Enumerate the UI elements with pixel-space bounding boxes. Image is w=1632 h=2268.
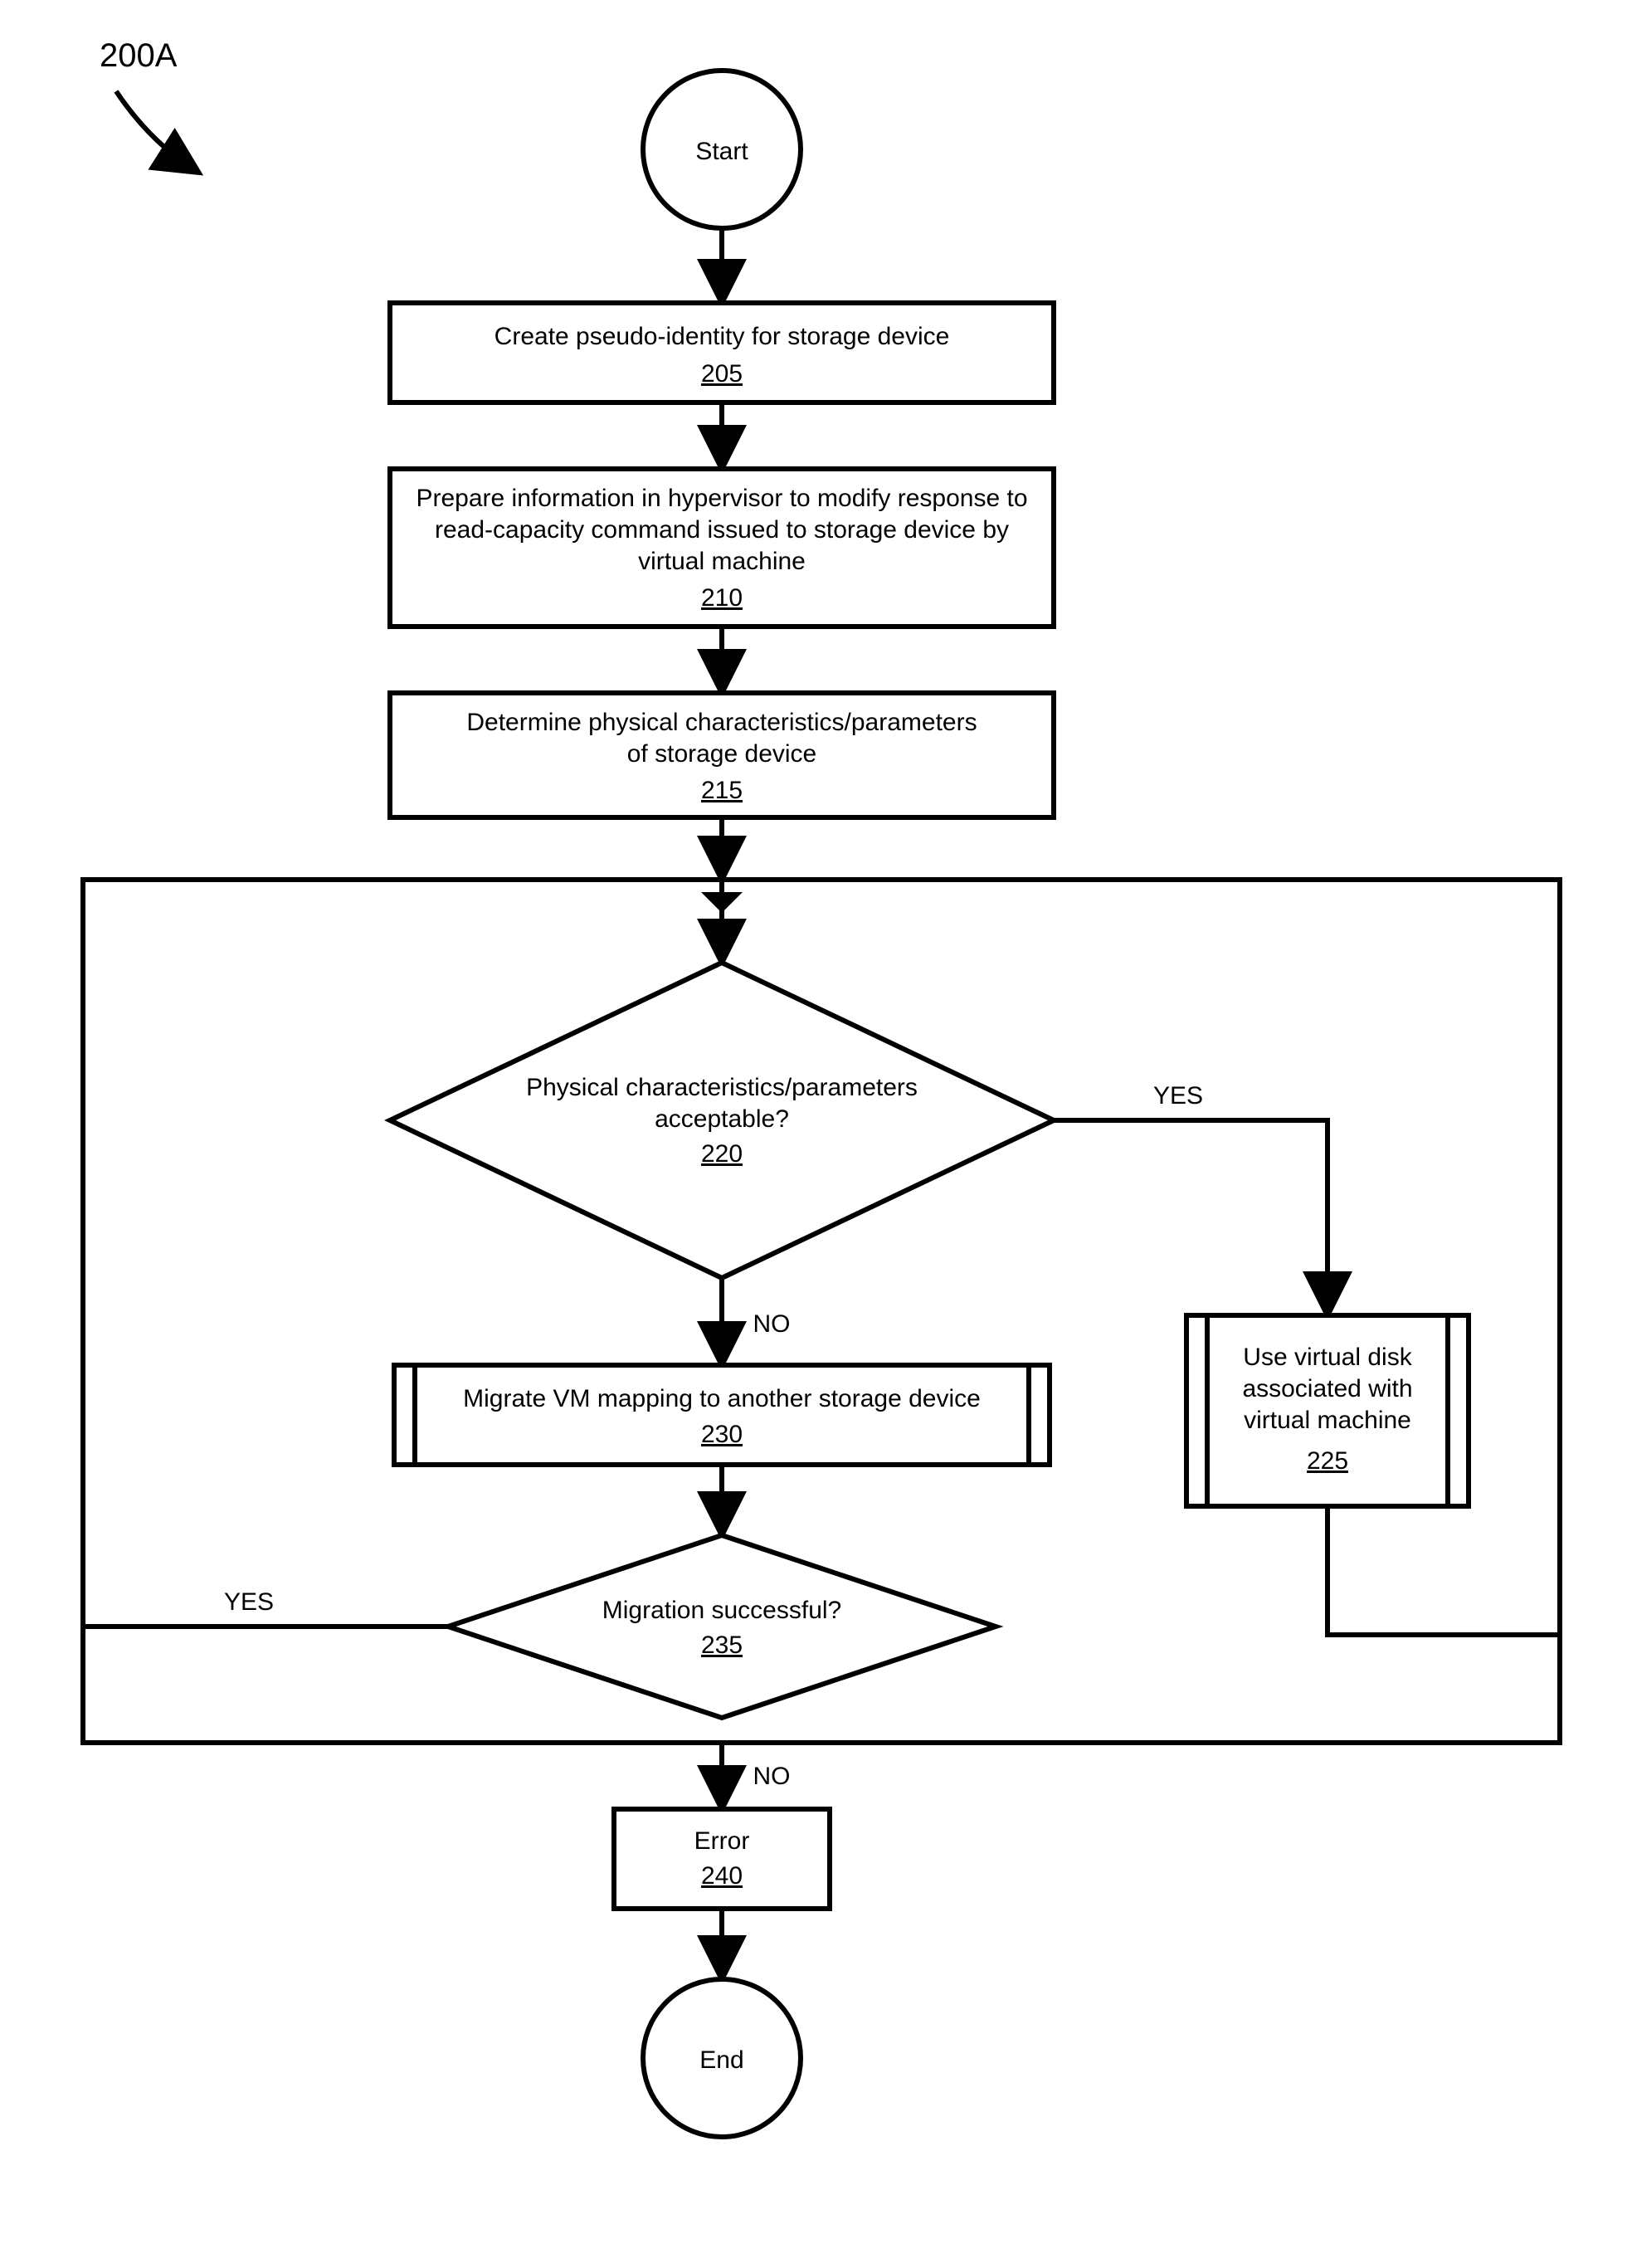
branch-235-yes: YES (83, 1588, 448, 1627)
figure-pointer-arrow (116, 91, 195, 170)
start-node: Start (643, 71, 801, 228)
step-215: Determine physical characteristics/param… (390, 693, 1054, 817)
step-210-l1: Prepare information in hypervisor to mod… (416, 485, 1027, 512)
figure-label: 200A (100, 37, 178, 74)
branch-220-yes: YES (1054, 1082, 1328, 1311)
label-235-yes: YES (224, 1588, 274, 1616)
label-220-no: NO (753, 1310, 791, 1338)
start-label: Start (695, 138, 748, 165)
arrow-225-exit (1328, 1506, 1560, 1635)
step-215-ref: 215 (701, 777, 743, 804)
step-225-l3: virtual machine (1244, 1407, 1411, 1434)
step-215-l2: of storage device (627, 740, 816, 768)
step-205-text: Create pseudo-identity for storage devic… (494, 323, 950, 350)
branch-235-no: NO (722, 1743, 791, 1805)
label-235-no: NO (753, 1763, 791, 1790)
decision-220-ref: 220 (701, 1140, 743, 1168)
step-225-l1: Use virtual disk (1243, 1344, 1412, 1371)
end-label: End (699, 2046, 743, 2074)
end-node: End (643, 1979, 801, 2137)
step-225: Use virtual disk associated with virtual… (1186, 1315, 1469, 1506)
step-210-l2: read-capacity command issued to storage … (435, 516, 1009, 544)
decision-220-l1: Physical characteristics/parameters (526, 1074, 918, 1101)
step-230: Migrate VM mapping to another storage de… (394, 1365, 1050, 1465)
step-240-text: Error (694, 1827, 750, 1855)
step-205-ref: 205 (701, 360, 743, 388)
decision-235: Migration successful? 235 (448, 1535, 996, 1718)
step-225-ref: 225 (1307, 1447, 1348, 1475)
step-230-ref: 230 (701, 1421, 743, 1448)
step-205: Create pseudo-identity for storage devic… (390, 303, 1054, 402)
branch-220-no: NO (722, 1278, 791, 1361)
decision-235-text: Migration successful? (602, 1597, 841, 1624)
step-210-l3: virtual machine (638, 548, 806, 575)
decision-220-l2: acceptable? (655, 1105, 789, 1133)
step-210-ref: 210 (701, 584, 743, 612)
step-240-ref: 240 (701, 1862, 743, 1890)
step-225-l2: associated with (1242, 1375, 1412, 1402)
step-240: Error 240 (614, 1809, 830, 1909)
label-220-yes: YES (1153, 1082, 1203, 1110)
decision-220: Physical characteristics/parameters acce… (390, 963, 1054, 1278)
step-210: Prepare information in hypervisor to mod… (390, 469, 1054, 627)
decision-235-ref: 235 (701, 1631, 743, 1659)
step-230-text: Migrate VM mapping to another storage de… (463, 1385, 981, 1412)
step-215-l1: Determine physical characteristics/param… (466, 709, 977, 736)
